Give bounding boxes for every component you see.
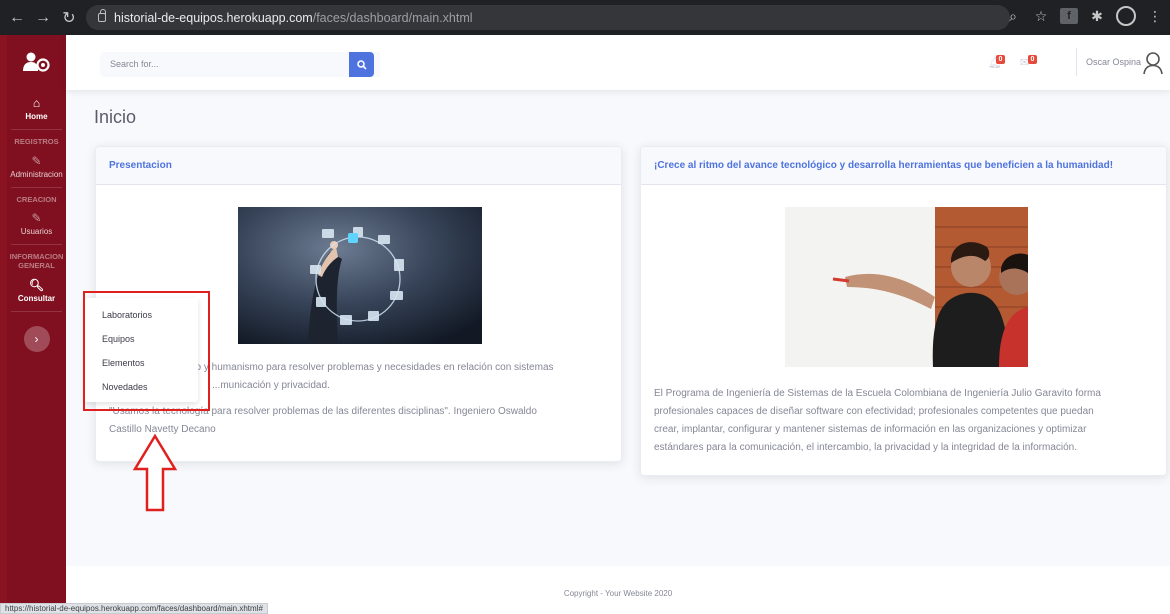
browser-toolbar: ← → ↻ historial-de-equipos.herokuapp.com… <box>0 0 1170 35</box>
sidebar-item-administracion[interactable]: ✎ Administracion <box>7 147 66 179</box>
lock-icon <box>98 9 106 22</box>
search-input[interactable]: Search for... <box>100 52 380 77</box>
search-icon <box>356 59 367 70</box>
sidebar-heading-registros: REGISTROS <box>14 137 59 146</box>
profile-icon[interactable] <box>1116 6 1136 26</box>
annotation-highlight-box <box>83 291 210 411</box>
sidebar-item-consultar[interactable]: 🔍︎ Consultar <box>7 271 66 303</box>
brand-logo[interactable] <box>7 35 66 89</box>
sidebar-item-usuarios[interactable]: ✎ Usuarios <box>7 204 66 236</box>
bookmark-star-icon[interactable]: ☆ <box>1032 8 1050 25</box>
forward-icon[interactable]: → <box>32 7 54 29</box>
sidebar-item-label: Consultar <box>17 293 56 303</box>
topbar-divider <box>1076 48 1077 76</box>
page-title: Inicio <box>94 107 137 127</box>
search-icon: 🔍︎ <box>28 277 45 292</box>
growth-card: ¡Crece al ritmo del avance tecnológico y… <box>640 146 1167 476</box>
presentation-text-line-2: ...municación y privacidad. <box>212 380 330 391</box>
sidebar-divider <box>11 310 62 312</box>
growth-text-line-3: crear, implantar, configurar y mantener … <box>654 424 1087 435</box>
facebook-extension-icon[interactable]: f <box>1060 8 1078 24</box>
students-whiteboard-image <box>785 207 1028 367</box>
address-bar[interactable]: historial-de-equipos.herokuapp.com/faces… <box>86 5 1010 30</box>
card-header: ¡Crece al ritmo del avance tecnológico y… <box>641 147 1166 185</box>
alerts-badge: 0 <box>996 55 1005 64</box>
growth-text-line-4: estándares para la comunicación, el inte… <box>654 442 1078 453</box>
browser-status-url: https://historial-de-equipos.herokuapp.c… <box>0 603 268 614</box>
sidebar-item-home[interactable]: ⌂ Home <box>7 89 66 121</box>
search-button[interactable] <box>349 52 374 77</box>
sidebar-heading-creacion: CREACION <box>16 194 57 204</box>
sidebar: ⌂ Home REGISTROS ✎ Administracion CREACI… <box>0 35 66 614</box>
technology-network-image <box>238 207 482 344</box>
copyright-text: Copyright - Your Website 2020 <box>563 589 673 598</box>
zoom-icon[interactable]: ⌕ <box>1004 8 1022 25</box>
growth-text-line-1: El Programa de Ingeniería de Sistemas de… <box>654 388 1101 399</box>
sidebar-item-label: Administracion <box>10 169 63 179</box>
users-logo-icon <box>22 52 50 72</box>
sidebar-toggle-button[interactable]: › <box>23 325 50 352</box>
home-icon: ⌂ <box>32 96 41 110</box>
growth-text-line-2: profesionales capaces de diseñar softwar… <box>654 406 1094 417</box>
url-path: /faces/dashboard/main.xhtml <box>312 10 473 25</box>
edit-icon: ✎ <box>31 211 42 226</box>
menu-kebab-icon[interactable]: ⋮ <box>1146 8 1164 25</box>
presentation-text-line-1: ...ico y humanismo para resolver problem… <box>180 362 554 373</box>
sidebar-item-label: Usuarios <box>20 227 53 237</box>
sidebar-heading-informacion-general: INFORMACION GENERAL <box>9 252 64 270</box>
back-icon[interactable]: ← <box>6 7 28 29</box>
annotation-up-arrow <box>132 433 178 512</box>
card-header: Presentacion <box>96 147 621 185</box>
sidebar-item-label: Home <box>25 112 48 121</box>
topbar: Search for... 🔔︎ 0 ✉ 0 Oscar Ospina <box>66 35 1170 90</box>
extensions-puzzle-icon[interactable]: ✱ <box>1088 8 1106 25</box>
user-avatar-icon[interactable] <box>1142 51 1164 75</box>
user-name[interactable]: Oscar Ospina <box>1086 57 1141 67</box>
chevron-right-icon: › <box>34 331 39 346</box>
edit-icon: ✎ <box>31 153 42 168</box>
url-host: historial-de-equipos.herokuapp.com <box>114 10 313 25</box>
reload-icon[interactable]: ↻ <box>58 7 80 29</box>
messages-badge: 0 <box>1028 55 1037 64</box>
